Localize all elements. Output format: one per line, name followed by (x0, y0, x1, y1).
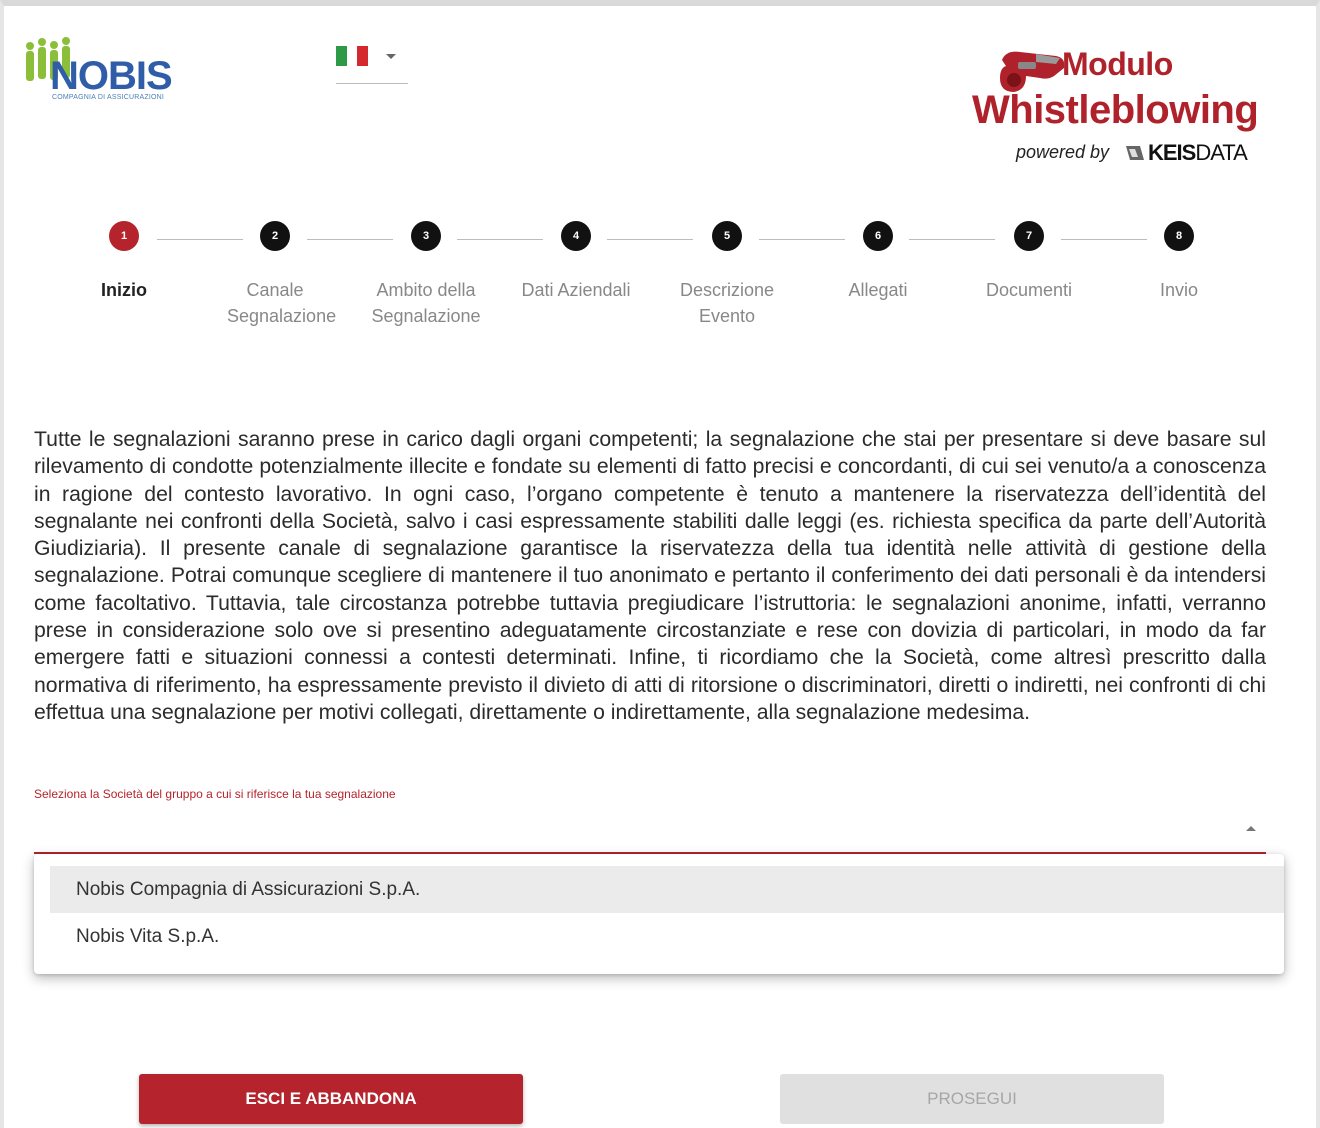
step-label: Documenti (985, 280, 1073, 300)
italy-flag-icon (336, 46, 369, 66)
step-dati-aziendali[interactable]: 4 Dati Aziendali (496, 218, 656, 303)
progress-stepper: 1 Inizio 2 Canale Segnalazione 3 Ambito … (44, 218, 1256, 338)
step-documenti[interactable]: 7 Documenti (949, 218, 1109, 303)
intro-paragraph: Tutte le segnalazioni saranno prese in c… (34, 428, 1266, 724)
keis-light: DATA (1195, 140, 1247, 165)
step-label: Descrizione Evento (679, 280, 775, 326)
keisdata-wordmark: KEISDATA (1148, 140, 1248, 166)
brand-line1: Modulo (1062, 46, 1173, 82)
step-label: Ambito della Segnalazione (371, 280, 481, 326)
exit-button[interactable]: ESCI E ABBANDONA (139, 1074, 523, 1124)
step-label: Allegati (848, 280, 908, 300)
step-label: Invio (1159, 280, 1199, 300)
chevron-down-icon (386, 54, 396, 59)
step-number: 4 (561, 221, 591, 251)
step-label: Dati Aziendali (521, 280, 631, 300)
step-number: 7 (1014, 221, 1044, 251)
step-number: 6 (863, 221, 893, 251)
brand-line2: Whistleblowing (972, 88, 1259, 132)
step-number: 8 (1164, 221, 1194, 251)
step-number: 3 (411, 221, 441, 251)
step-label: Inizio (101, 280, 147, 300)
step-number: 1 (109, 221, 139, 251)
step-inizio[interactable]: 1 Inizio (44, 218, 204, 303)
whistleblowing-brand: Modulo Whistleblowing powered by KEISDAT… (970, 44, 1280, 174)
step-allegati[interactable]: 6 Allegati (798, 218, 958, 303)
step-number: 5 (712, 221, 742, 251)
company-option[interactable]: Nobis Compagnia di Assicurazioni S.p.A. (50, 866, 1284, 913)
language-select[interactable] (336, 42, 408, 84)
step-descrizione-evento[interactable]: 5 Descrizione Evento (647, 218, 807, 329)
step-number: 2 (260, 221, 290, 251)
company-dropdown-menu: Nobis Compagnia di Assicurazioni S.p.A. … (34, 854, 1284, 974)
nobis-subtitle: COMPAGNIA DI ASSICURAZIONI (52, 94, 165, 101)
company-select-label: Seleziona la Società del gruppo a cui si… (34, 787, 396, 801)
nobis-wordmark: NOBIS (50, 54, 173, 98)
step-canale-segnalazione[interactable]: 2 Canale Segnalazione (195, 218, 355, 329)
step-label: Canale Segnalazione (227, 280, 337, 326)
company-option[interactable]: Nobis Vita S.p.A. (50, 913, 1284, 960)
keis-bold: KEIS (1148, 140, 1196, 165)
next-button[interactable]: PROSEGUI (780, 1074, 1164, 1124)
step-ambito-segnalazione[interactable]: 3 Ambito della Segnalazione (346, 218, 506, 329)
step-invio[interactable]: 8 Invio (1099, 218, 1259, 303)
keisdata-logo-icon (1126, 146, 1144, 160)
page-frame: NOBIS COMPAGNIA DI ASSICURAZIONI Modulo … (0, 0, 1320, 1128)
powered-by-text: powered by (1016, 142, 1110, 162)
nobis-logo: NOBIS COMPAGNIA DI ASSICURAZIONI (22, 36, 192, 106)
chevron-up-icon (1246, 826, 1256, 831)
company-select[interactable] (34, 806, 1266, 854)
